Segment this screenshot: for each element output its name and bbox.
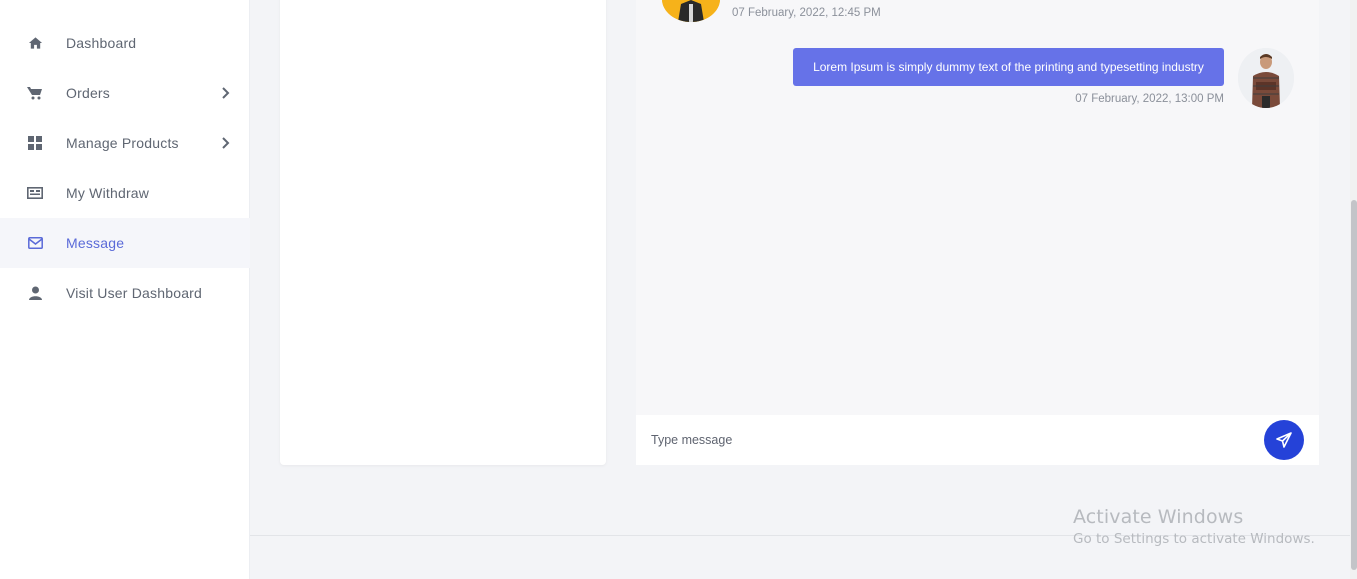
avatar bbox=[1238, 48, 1294, 108]
cart-icon bbox=[27, 85, 43, 101]
sidebar-item-orders[interactable]: Orders bbox=[0, 68, 250, 118]
incoming-message-timestamp: 07 February, 2022, 12:45 PM bbox=[732, 7, 881, 19]
chevron-right-icon bbox=[219, 86, 233, 100]
chevron-right-icon bbox=[219, 136, 233, 150]
outgoing-message-timestamp: 07 February, 2022, 13:00 PM bbox=[1075, 93, 1224, 105]
message-composer bbox=[636, 415, 1319, 465]
money-icon bbox=[27, 185, 43, 201]
sidebar-item-label: Visit User Dashboard bbox=[66, 285, 203, 301]
activate-windows-title: Activate Windows bbox=[1073, 506, 1244, 528]
home-icon bbox=[27, 35, 43, 51]
outgoing-message-bubble: Lorem Ipsum is simply dummy text of the … bbox=[793, 48, 1224, 86]
sidebar: Dashboard Orders Manage Products My With… bbox=[0, 0, 250, 579]
grid-icon bbox=[27, 135, 43, 151]
sidebar-item-label: My Withdraw bbox=[66, 185, 150, 201]
user-icon bbox=[27, 285, 43, 301]
sidebar-item-visit-user-dashboard[interactable]: Visit User Dashboard bbox=[0, 268, 250, 318]
scrollbar-thumb[interactable] bbox=[1351, 200, 1357, 570]
send-button[interactable] bbox=[1264, 420, 1304, 460]
sidebar-item-label: Dashboard bbox=[66, 35, 137, 51]
paper-plane-icon bbox=[1276, 432, 1292, 448]
sidebar-item-dashboard[interactable]: Dashboard bbox=[0, 18, 250, 68]
sidebar-item-label: Manage Products bbox=[66, 135, 179, 151]
sidebar-item-my-withdraw[interactable]: My Withdraw bbox=[0, 168, 250, 218]
sidebar-item-label: Message bbox=[66, 235, 125, 251]
envelope-icon bbox=[27, 235, 43, 251]
message-input[interactable] bbox=[651, 428, 1251, 452]
conversation-list-panel bbox=[280, 0, 606, 465]
activate-windows-subtitle: Go to Settings to activate Windows. bbox=[1073, 531, 1315, 547]
sidebar-item-message[interactable]: Message bbox=[0, 218, 250, 268]
sidebar-item-label: Orders bbox=[66, 85, 110, 101]
sidebar-item-manage-products[interactable]: Manage Products bbox=[0, 118, 250, 168]
